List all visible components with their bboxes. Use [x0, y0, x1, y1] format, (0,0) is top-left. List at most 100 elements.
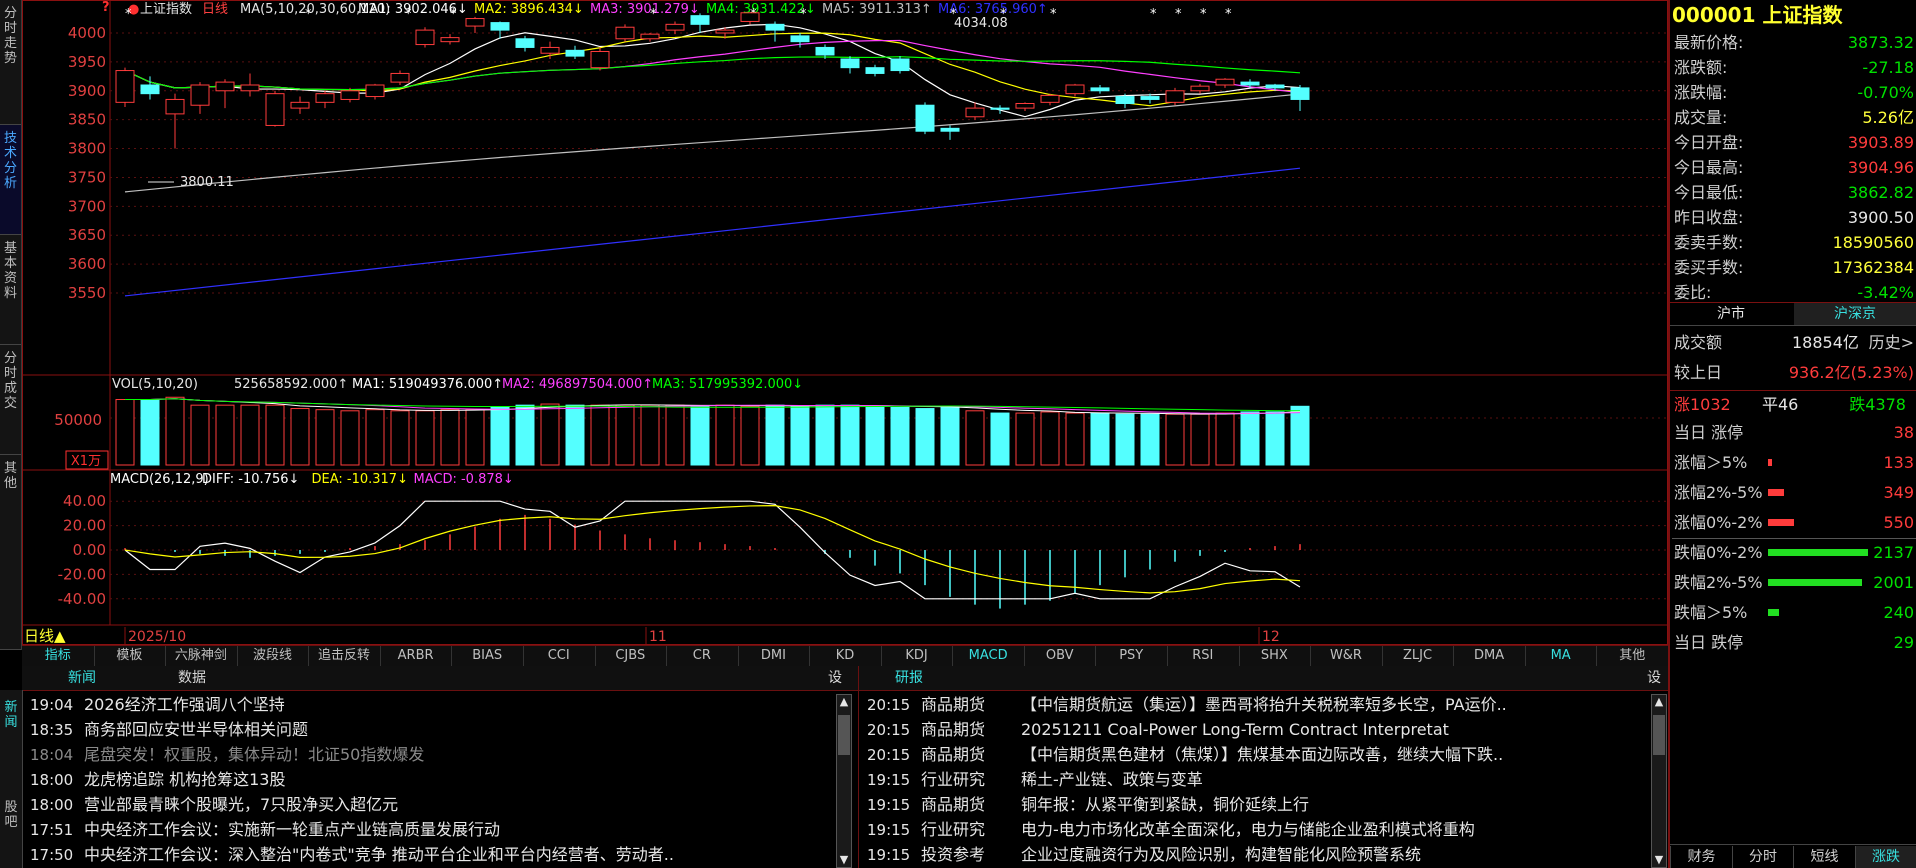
scroll-up-icon[interactable]: ▲ — [838, 695, 850, 709]
indicator-tab-指标[interactable]: 指标 — [22, 646, 95, 666]
candle[interactable] — [515, 35, 535, 52]
candle[interactable] — [840, 56, 860, 74]
candle[interactable] — [690, 13, 710, 33]
news-item[interactable]: 17:51 中央经济工作会议：实施新一轮重点产业链高质量发展行动 — [30, 817, 835, 842]
candle[interactable] — [215, 79, 235, 109]
candle[interactable] — [415, 27, 435, 48]
event-star-icon[interactable]: * — [1050, 7, 1057, 22]
history-link[interactable]: 历史> — [1869, 330, 1914, 355]
candle[interactable] — [365, 83, 385, 100]
research-settings-button[interactable]: 设 — [1645, 666, 1663, 690]
candle[interactable] — [190, 82, 210, 114]
candle[interactable] — [115, 67, 135, 107]
news-title[interactable]: 营业部最青睐个股曝光，7只股净买入超亿元 — [84, 795, 398, 814]
research-item[interactable]: 19:15 行业研究 稀土-产业链、政策与变革 — [867, 767, 1647, 792]
candle[interactable] — [240, 73, 260, 97]
candle[interactable] — [765, 21, 785, 42]
tab-sh-market[interactable]: 沪市 — [1670, 303, 1792, 325]
news-item[interactable]: 18:04 尾盘突发！权重股，集体异动！北证50指数爆发 — [30, 742, 835, 767]
news-item[interactable]: 17:50 中央经济工作会议：深入整治"内卷式"竞争 推动平台企业和平台内经营者、… — [30, 842, 835, 867]
tab-research[interactable]: 研报 — [859, 666, 959, 690]
candle[interactable] — [890, 56, 910, 74]
indicator-tab-cjbs[interactable]: CJBS — [595, 646, 668, 666]
research-scrollbar[interactable]: ▲ ▼ — [1651, 694, 1667, 868]
candle[interactable] — [740, 12, 760, 25]
research-item[interactable]: 20:15 商品期货 【中信期货黑色建材（焦煤）】焦煤基本面边际改善，继续大幅下跌.… — [867, 742, 1647, 767]
news-title[interactable]: 中央经济工作会议：深入整治"内卷式"竞争 推动平台企业和平台内经营者、劳动者.. — [84, 845, 674, 864]
candle[interactable] — [1190, 83, 1210, 94]
side-tab-guba[interactable]: 股吧 — [0, 800, 22, 830]
candle[interactable] — [1265, 83, 1285, 91]
panel-tab-0[interactable]: 财务 — [1670, 846, 1732, 868]
scroll-down-icon[interactable]: ▼ — [838, 853, 850, 867]
event-star-icon[interactable]: * — [650, 7, 657, 22]
research-title[interactable]: 电力-电力市场化改革全面深化，电力与储能企业盈利模式将重构 — [1021, 820, 1475, 839]
research-item[interactable]: 20:15 商品期货 20251211 Coal-Power Long-Term C… — [867, 717, 1647, 742]
tab-technical-analysis[interactable]: 技术分析 — [0, 125, 21, 235]
indicator-tab-模板[interactable]: 模板 — [94, 646, 167, 666]
event-star-icon[interactable]: * — [800, 7, 807, 22]
indicator-tab-bias[interactable]: BIAS — [451, 646, 524, 666]
indicator-tab-cr[interactable]: CR — [666, 646, 739, 666]
candle[interactable] — [1040, 93, 1060, 106]
tab-intraday[interactable]: 分时走势 — [0, 0, 21, 125]
event-star-icon[interactable]: * — [305, 7, 312, 22]
research-item[interactable]: 19:15 行业研究 电力-电力市场化改革全面深化，电力与储能企业盈利模式将重构 — [867, 817, 1647, 842]
indicator-tab-w&r[interactable]: W&R — [1310, 646, 1383, 666]
news-item[interactable]: 18:00 龙虎榜追踪 机构抢筹这13股 — [30, 767, 835, 792]
event-star-icon[interactable]: * — [1150, 7, 1157, 22]
news-item[interactable]: 18:35 商务部回应安世半导体相关问题 — [30, 717, 835, 742]
indicator-tab-六脉神剑[interactable]: 六脉神剑 — [165, 646, 238, 666]
indicator-tab-追击反转[interactable]: 追击反转 — [308, 646, 381, 666]
side-tab-news[interactable]: 新闻 — [0, 700, 22, 730]
news-item[interactable]: 18:00 营业部最青睐个股曝光，7只股净买入超亿元 — [30, 792, 835, 817]
candle[interactable] — [940, 125, 960, 140]
research-item[interactable]: 19:15 投资参考 企业过度融资行为及风险识别，构建智能化风险预警系统 — [867, 842, 1647, 867]
indicator-tab-arbr[interactable]: ARBR — [380, 646, 453, 666]
candle[interactable] — [990, 105, 1010, 114]
indicator-tab-cci[interactable]: CCI — [523, 646, 596, 666]
research-title[interactable]: 稀土-产业链、政策与变革 — [1021, 770, 1203, 789]
news-title[interactable]: 中央经济工作会议：实施新一轮重点产业链高质量发展行动 — [84, 820, 500, 839]
news-scrollbar[interactable]: ▲ ▼ — [836, 694, 852, 868]
research-title[interactable]: 20251211 Coal-Power Long-Term Contract I… — [1021, 720, 1449, 739]
news-title[interactable]: 2026经济工作强调八个坚持 — [84, 695, 285, 714]
panel-tab-1[interactable]: 分时 — [1731, 846, 1794, 868]
scroll-thumb[interactable] — [1653, 715, 1665, 755]
candle[interactable] — [1240, 79, 1260, 88]
indicator-tab-shx[interactable]: SHX — [1239, 646, 1312, 666]
candle[interactable] — [165, 93, 185, 149]
event-star-icon[interactable]: * — [1225, 7, 1232, 22]
news-settings-button[interactable]: 设 — [826, 666, 844, 690]
news-title[interactable]: 尾盘突发！权重股，集体异动！北证50指数爆发 — [84, 745, 424, 764]
indicator-tab-obv[interactable]: OBV — [1024, 646, 1097, 666]
research-title[interactable]: 企业过度融资行为及风险识别，构建智能化风险预警系统 — [1021, 845, 1421, 864]
research-item[interactable]: 20:15 商品期货 【中信期货航运（集运）】墨西哥将抬升关税税率短多长空，PA运价… — [867, 692, 1647, 717]
panel-tab-3[interactable]: 涨跌 — [1854, 846, 1916, 868]
event-star-icon[interactable]: * — [1175, 7, 1182, 22]
tab-other[interactable]: 其他 — [0, 455, 21, 650]
tab-shszbj-market[interactable]: 沪深京 — [1794, 303, 1916, 325]
event-star-icon[interactable]: * — [405, 7, 412, 22]
research-item[interactable]: 19:15 商品期货 铜年报：从紧平衡到紧缺，铜价延续上行 — [867, 792, 1647, 817]
candle[interactable] — [665, 21, 685, 35]
candle[interactable] — [1090, 85, 1110, 94]
event-star-icon[interactable]: * — [125, 7, 132, 22]
panel-tab-2[interactable]: 短线 — [1793, 846, 1855, 868]
indicator-tab-ma[interactable]: MA — [1525, 646, 1598, 666]
candle[interactable] — [590, 47, 610, 71]
candle[interactable] — [290, 96, 310, 114]
research-title[interactable]: 铜年报：从紧平衡到紧缺，铜价延续上行 — [1021, 795, 1309, 814]
candle[interactable] — [315, 90, 335, 109]
event-star-icon[interactable]: * — [1200, 7, 1207, 22]
candle[interactable] — [390, 70, 410, 85]
tab-fundamentals[interactable]: 基本资料 — [0, 235, 21, 345]
news-item[interactable]: 19:04 2026经济工作强调八个坚持 — [30, 692, 835, 717]
candle[interactable] — [1015, 102, 1035, 111]
indicator-tab-rsi[interactable]: RSI — [1167, 646, 1240, 666]
candle[interactable] — [1165, 87, 1185, 106]
candle[interactable] — [915, 102, 935, 135]
event-star-icon[interactable]: * — [450, 7, 457, 22]
indicator-tab-dma[interactable]: DMA — [1453, 646, 1526, 666]
candle[interactable] — [640, 33, 660, 42]
